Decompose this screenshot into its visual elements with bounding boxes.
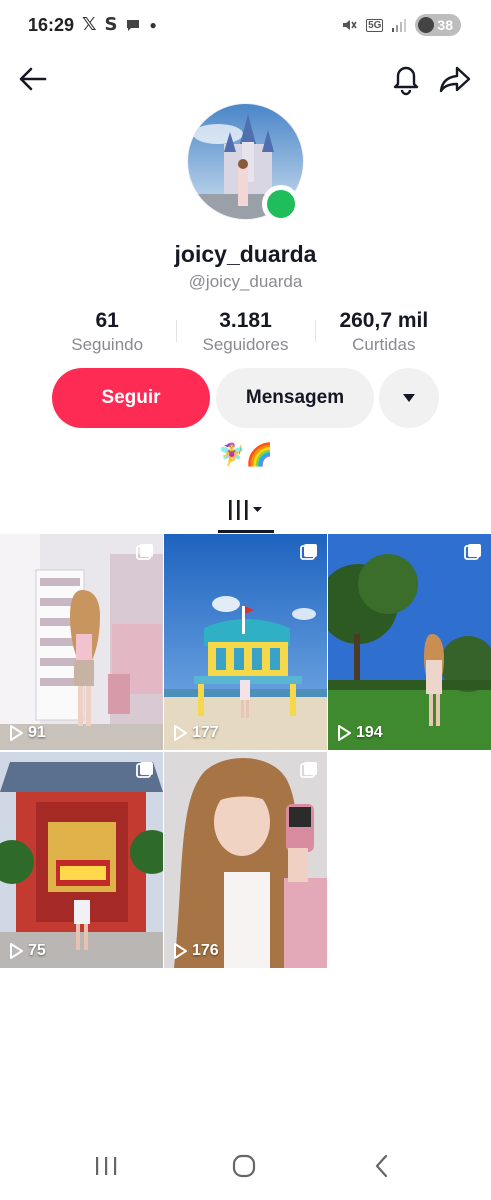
multi-photo-icon (300, 762, 317, 778)
caret-down-icon (403, 394, 415, 402)
video-tile[interactable]: 176 (164, 752, 327, 968)
arrow-left-icon (19, 67, 47, 91)
video-thumbnail (0, 534, 163, 750)
back-button[interactable] (13, 59, 53, 99)
multi-photo-icon (136, 544, 153, 560)
system-navigation-bar (0, 1130, 491, 1200)
tab-videos-grid[interactable] (218, 488, 274, 532)
online-status-indicator (262, 185, 300, 223)
following-count: 61 (95, 309, 119, 332)
dot-icon: ● (149, 17, 157, 32)
video-tile[interactable]: 75 (0, 752, 163, 968)
share-arrow-icon (439, 66, 471, 93)
recent-apps-button[interactable] (84, 1144, 128, 1188)
view-count: 177 (173, 724, 219, 742)
play-icon (338, 725, 351, 741)
profile-stats: 61 Seguindo 3.181 Seguidores 260,7 mil C… (38, 308, 453, 356)
video-tile[interactable]: 177 (164, 534, 327, 750)
profile-bio: 🧚‍♀️🌈 (218, 442, 273, 467)
view-count: 91 (9, 724, 46, 742)
stat-likes[interactable]: 260,7 mil Curtidas (314, 308, 453, 356)
multi-photo-icon (464, 544, 481, 560)
share-button[interactable] (435, 59, 475, 99)
view-count-text: 91 (28, 724, 46, 741)
status-notification-icons: 𝕏 S ● (82, 14, 157, 35)
video-thumbnail (164, 534, 327, 750)
username-handle: @joicy_duarda (188, 272, 303, 291)
view-count-text: 194 (356, 724, 383, 741)
following-label: Seguindo (71, 335, 144, 354)
chat-bubble-icon (127, 19, 140, 31)
tab-active-indicator (218, 530, 274, 533)
play-icon (10, 943, 23, 959)
likes-count: 260,7 mil (339, 309, 429, 332)
play-icon (174, 943, 187, 959)
display-name: joicy_duarda (174, 241, 317, 267)
followers-count: 3.181 (219, 309, 272, 332)
video-thumbnail (164, 752, 327, 968)
follow-button[interactable]: Seguir (52, 368, 210, 428)
status-time: 16:29 (28, 15, 75, 35)
system-back-button[interactable] (360, 1144, 404, 1188)
video-tile[interactable]: 194 (328, 534, 491, 750)
stat-divider (176, 320, 178, 342)
stat-followers[interactable]: 3.181 Seguidores (176, 308, 314, 356)
multi-photo-icon (300, 544, 317, 560)
home-icon (232, 1154, 256, 1178)
likes-label: Curtidas (352, 335, 416, 354)
notification-bell-button[interactable] (386, 59, 426, 99)
multi-photo-icon (136, 762, 153, 778)
status-bar: 16:29 𝕏 S ● 5G 38 (0, 0, 491, 52)
followers-label: Seguidores (202, 335, 289, 354)
view-count: 176 (173, 942, 219, 960)
network-label: 5G (366, 18, 384, 32)
battery-indicator: 38 (415, 14, 461, 36)
home-button[interactable] (222, 1144, 266, 1188)
view-count-text: 75 (28, 942, 46, 959)
x-icon: 𝕏 (82, 14, 97, 34)
stat-following[interactable]: 61 Seguindo (38, 308, 176, 356)
play-icon (174, 725, 187, 741)
video-thumbnail (0, 752, 163, 968)
view-count-text: 176 (192, 942, 219, 959)
suggested-accounts-button[interactable] (379, 368, 439, 428)
view-count-text: 177 (192, 724, 219, 741)
mute-icon (343, 20, 357, 30)
play-icon (10, 725, 23, 741)
status-system-icons: 5G 38 (340, 14, 461, 36)
message-button[interactable]: Mensagem (216, 368, 374, 428)
view-count: 194 (337, 724, 383, 742)
video-thumbnail (328, 534, 491, 750)
signal-icon (392, 19, 407, 32)
stat-divider (314, 320, 316, 342)
s-icon: S (104, 14, 118, 35)
chevron-left-icon (375, 1154, 388, 1178)
recent-apps-icon (96, 1157, 117, 1175)
view-count: 75 (9, 942, 46, 960)
grid-lines-icon (229, 500, 262, 520)
bell-icon (393, 66, 419, 96)
video-tile[interactable]: 91 (0, 534, 163, 750)
